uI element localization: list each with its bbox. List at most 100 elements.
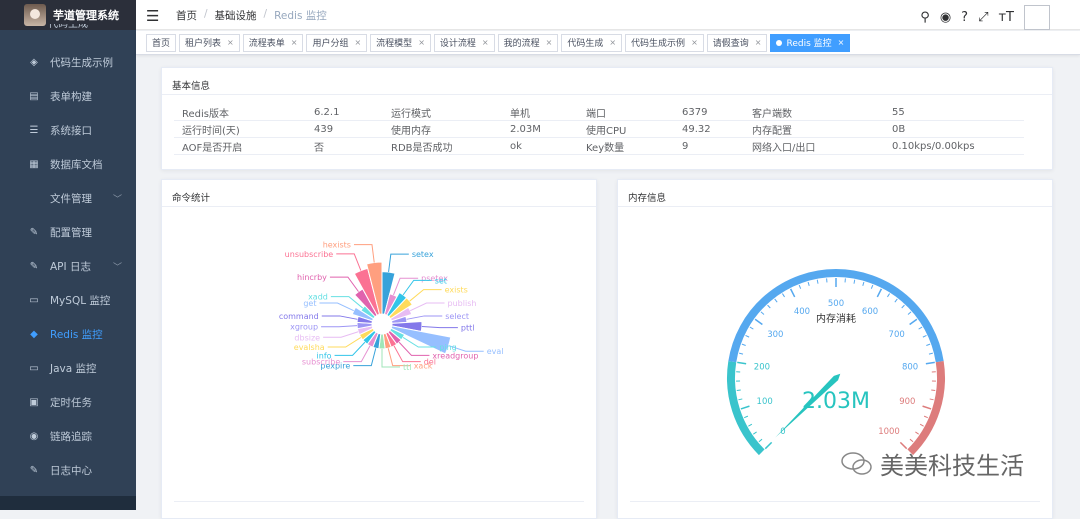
sidebar-item[interactable]: ◉链路追踪: [0, 419, 136, 453]
gauge-tick: [895, 299, 897, 302]
close-icon[interactable]: ×: [755, 38, 762, 47]
avatar[interactable]: [1024, 5, 1050, 30]
gauge-tick: [902, 305, 905, 308]
gauge-tick: [923, 406, 932, 409]
sidebar-item-label: 定时任务: [50, 395, 92, 410]
gauge-tick-label: 600: [862, 307, 878, 317]
close-icon[interactable]: ×: [291, 38, 298, 47]
slice-label: unsubscribe: [285, 250, 334, 259]
hamburger-icon[interactable]: ☰: [146, 7, 159, 25]
gauge-tick: [910, 439, 913, 442]
table-label-cell: AOF是否开启: [174, 139, 306, 154]
slice-label: evalsha: [294, 343, 325, 352]
table-value-cell: 0.10kps/0.00kps: [884, 141, 1004, 152]
sidebar-menu: ◈代码生成示例▤表单构建☰系统接口▦数据库文档文件管理﹀✎配置管理✎API 日志…: [0, 45, 136, 487]
close-icon[interactable]: ×: [227, 38, 234, 47]
table-row: AOF是否开启否RDB是否成功okKey数量9网络入口/出口0.10kps/0.…: [174, 138, 1024, 155]
log-icon: ✎: [28, 464, 40, 476]
app-title: 芋道管理系统: [53, 7, 119, 23]
gauge-tick: [924, 416, 928, 418]
sidebar-item[interactable]: ✎日志中心: [0, 453, 136, 487]
close-icon[interactable]: ×: [838, 38, 845, 47]
sidebar-item[interactable]: ◆Redis 监控: [0, 317, 136, 351]
gauge-value: 2.03M: [802, 389, 870, 414]
table-label-cell: 使用CPU: [578, 122, 674, 137]
clock-icon: ▣: [28, 396, 40, 408]
table-label-cell: 内存配置: [744, 122, 884, 137]
tab-tag[interactable]: 我的流程 ×: [498, 34, 559, 52]
basic-info-card: 基本信息 Redis版本6.2.1运行模式单机端口6379客户端数55运行时间(…: [161, 67, 1053, 170]
monitor-icon: ▭: [28, 362, 40, 374]
table-value-cell: 2.03M: [502, 124, 578, 135]
breadcrumb-infra[interactable]: 基础设施: [215, 8, 257, 23]
card-title: 基本信息: [162, 68, 1052, 95]
gauge-tick: [919, 327, 922, 329]
tab-tag[interactable]: 代码生成示例 ×: [625, 34, 704, 52]
gauge-tick-label: 1000: [878, 427, 900, 437]
gauge-tick: [765, 442, 771, 448]
sidebar-item-label: Java 监控: [50, 361, 97, 376]
table-label-cell: Redis版本: [174, 105, 306, 120]
tab-tag[interactable]: 用户分组×: [306, 34, 367, 52]
label-line: [410, 290, 442, 301]
label-line: [328, 337, 361, 347]
sidebar-footer: [0, 496, 136, 510]
sidebar-item[interactable]: ☰系统接口: [0, 113, 136, 147]
sidebar-item[interactable]: ◈代码生成示例: [0, 45, 136, 79]
eye-icon: ◉: [28, 430, 40, 442]
breadcrumb-home[interactable]: 首页: [176, 8, 197, 23]
table-value-cell: 0B: [884, 124, 1004, 135]
sidebar-item[interactable]: ✎API 日志﹀: [0, 249, 136, 283]
tab-tag-label: 请假查询: [713, 36, 749, 49]
gauge-tick: [755, 319, 762, 324]
breadcrumb: 首页 / 基础设施 / Redis 监控: [176, 8, 327, 23]
help-icon[interactable]: ?: [961, 10, 968, 25]
font-size-icon[interactable]: ᴛT: [998, 10, 1014, 25]
sidebar-item[interactable]: ✎配置管理: [0, 215, 136, 249]
edit-icon: ✎: [28, 226, 40, 238]
close-icon[interactable]: ×: [418, 38, 425, 47]
close-icon[interactable]: ×: [691, 38, 698, 47]
table-value-cell: 439: [306, 124, 383, 135]
tab-tag-label: 我的流程: [504, 36, 540, 49]
gauge-tick-label: 500: [828, 299, 844, 309]
sidebar-item-label: 数据库文档: [50, 157, 103, 172]
tab-tag[interactable]: 流程表单×: [243, 34, 304, 52]
search-icon[interactable]: ⚲: [920, 10, 930, 25]
gauge-tick: [742, 344, 746, 345]
sidebar-item[interactable]: ▭MySQL 监控: [0, 283, 136, 317]
close-icon[interactable]: ×: [482, 38, 489, 47]
gauge-tick: [799, 285, 800, 289]
tab-tag-label: 流程模型: [376, 36, 412, 49]
close-icon[interactable]: ×: [354, 38, 361, 47]
sidebar-item[interactable]: ▭ Java 监控: [0, 351, 136, 385]
tab-tag[interactable]: 设计流程×: [434, 34, 495, 52]
tab-tag[interactable]: 流程模型 ×: [370, 34, 431, 52]
slice-label: publish: [448, 299, 477, 308]
gauge-tick: [782, 294, 784, 297]
tab-tag[interactable]: 首页: [146, 34, 176, 52]
label-line: [394, 346, 421, 362]
github-icon[interactable]: ◉: [940, 10, 951, 25]
sidebar-item[interactable]: ▤表单构建: [0, 79, 136, 113]
sidebar-item[interactable]: ▣ 定时任务: [0, 385, 136, 419]
close-icon[interactable]: ×: [546, 38, 553, 47]
navbar: ☰ 首页 / 基础设施 / Redis 监控 ⚲ ◉ ? ⤢ ᴛT ▾: [136, 0, 1080, 30]
tab-tag-label: 代码生成示例: [631, 36, 685, 49]
table-value-cell: 6379: [674, 107, 744, 118]
table-value-cell: 55: [884, 107, 1004, 118]
breadcrumb-separator: /: [204, 8, 208, 23]
tab-tag-label: 首页: [152, 36, 170, 49]
breadcrumb-separator: /: [264, 8, 268, 23]
tab-tag[interactable]: 代码生成×: [561, 34, 622, 52]
sidebar-item[interactable]: 文件管理﹀: [0, 181, 136, 215]
tab-tag[interactable]: 租户列表×: [179, 34, 240, 52]
tab-tag[interactable]: Redis 监控×: [770, 34, 850, 52]
sidebar-item-label: API 日志: [50, 259, 91, 274]
navbar-actions: ⚲ ◉ ? ⤢ ᴛT: [920, 5, 1050, 30]
monitor-icon: ▭: [28, 294, 40, 306]
tab-tag[interactable]: 请假查询 ×: [707, 34, 768, 52]
fullscreen-icon[interactable]: ⤢: [978, 10, 988, 25]
sidebar-item[interactable]: ▦数据库文档: [0, 147, 136, 181]
close-icon[interactable]: ×: [609, 38, 616, 47]
